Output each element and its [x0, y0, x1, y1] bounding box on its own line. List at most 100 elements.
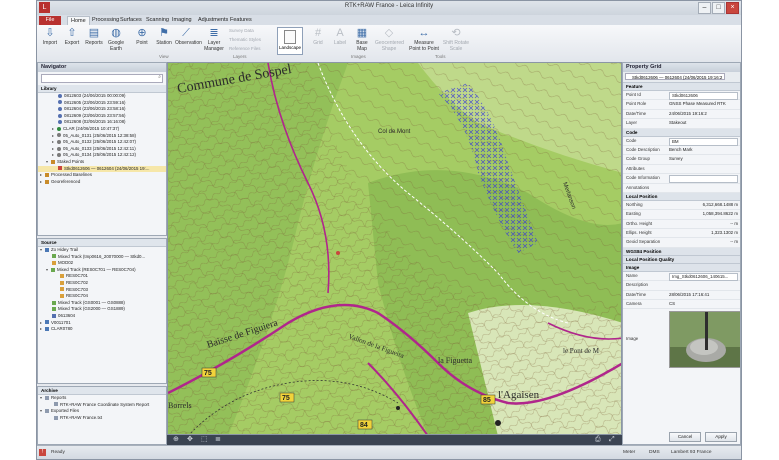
survey-data-item[interactable]: Survey Data — [229, 28, 254, 33]
import-button[interactable]: ⇩ Import — [39, 27, 61, 53]
group-local-position-quality[interactable]: Local Position Quality — [623, 255, 740, 264]
list-item[interactable]: 0812605 (23/06/2015 23:59:16) — [38, 100, 166, 107]
tab-features[interactable]: Features — [227, 16, 255, 25]
list-item[interactable]: RES0C703 — [38, 287, 166, 294]
file-icon — [60, 294, 64, 298]
list-item[interactable]: ▸ 05_Auto_0133 (25/06/2015 12:42:11) — [38, 146, 166, 153]
list-item[interactable]: RES0C702 — [38, 280, 166, 287]
map-view[interactable]: Commune de Sospel Col de Mont Baisse de … — [167, 62, 622, 435]
tab-scanning[interactable]: Scanning — [143, 16, 172, 25]
cancel-button[interactable]: Cancel — [669, 432, 701, 442]
window-title: RTK+RAW France - Leica Infinity — [344, 3, 434, 9]
minimize-button[interactable]: – — [698, 2, 711, 14]
map-point[interactable] — [495, 420, 501, 426]
list-item[interactable]: 0812603 (24/06/2015 00:00:09) — [38, 93, 166, 100]
list-item[interactable]: RTK+RAW France.txt — [38, 415, 166, 422]
list-item[interactable]: RES0C704 — [38, 293, 166, 300]
list-item[interactable]: 0812604 (23/06/2015 23:58:16) — [38, 106, 166, 113]
base-map-button[interactable]: ▦ Base Map — [351, 27, 373, 53]
layers-toggle-icon[interactable]: ≣ — [215, 435, 221, 445]
group-label-images: Images — [351, 54, 366, 59]
list-item-selected[interactable]: Stkd0612606 — 0612604 (24/06/2015 19:... — [38, 165, 166, 173]
crs-indicator[interactable]: Lambert 93 France — [671, 450, 712, 455]
navigator-search-input[interactable]: ⌕ — [41, 74, 163, 83]
reports-button[interactable]: ▤ Reports — [83, 27, 105, 53]
point-button[interactable]: ⊕ Point — [131, 27, 153, 53]
list-item[interactable]: ▾ Reports — [38, 395, 166, 402]
google-earth-button[interactable]: ◍ Google Earth — [105, 27, 127, 53]
list-item[interactable]: ▸ CLAR (24/06/2015 10:47:37) — [38, 126, 166, 133]
angle-indicator[interactable]: DMS — [649, 450, 660, 455]
station-button[interactable]: ⚑ Station — [153, 27, 175, 53]
list-item[interactable]: ▸ 05_Auto_0134 (25/06/2015 12:42:12) — [38, 152, 166, 159]
list-item[interactable]: ▸ Processed Baselines — [38, 172, 166, 179]
zoom-icon[interactable]: ⊕ — [173, 435, 179, 445]
shift-rotate-scale-button[interactable]: ⟲ Shift Rotate Scale — [441, 27, 471, 53]
measure-point-button[interactable]: ↔ Measure Point to Point — [409, 27, 439, 53]
tab-surfaces[interactable]: Surfaces — [117, 16, 145, 25]
landscape-button[interactable]: Landscape — [277, 27, 303, 55]
group-image[interactable]: Image — [623, 263, 740, 272]
track-icon — [52, 254, 56, 259]
group-local-position[interactable]: Local Position — [623, 192, 740, 201]
list-item[interactable]: 0812609 (23/06/2015 23:57:56) — [38, 113, 166, 120]
fullscreen-icon[interactable]: ⤢ — [609, 435, 615, 445]
group-wgs84-position[interactable]: WGS84 Position — [623, 247, 740, 256]
layer-manager-button[interactable]: ≣ Layer Manager — [203, 27, 225, 53]
list-item[interactable]: ▾ Zo Hidey Trail — [38, 247, 166, 254]
tab-adjustments[interactable]: Adjustments — [195, 16, 231, 25]
prop-row-image-description: Description — [623, 281, 740, 291]
thematic-styles-item[interactable]: Thematic Styles — [229, 37, 261, 42]
library-section[interactable]: Library — [38, 85, 166, 93]
alert-icon[interactable]: ! — [39, 449, 46, 456]
group-code[interactable]: Code — [623, 128, 740, 137]
archive-section[interactable]: Archive — [38, 387, 166, 395]
folder-icon — [45, 179, 49, 184]
rotate-icon: ⟲ — [451, 27, 461, 39]
maximize-button[interactable]: □ — [712, 2, 725, 14]
list-item[interactable]: 0812608 (02/06/2015 16:16:08) — [38, 119, 166, 126]
list-item[interactable]: ▾ Exported Files — [38, 408, 166, 415]
list-item[interactable]: MOD02 — [38, 260, 166, 267]
tab-imaging[interactable]: Imaging — [169, 16, 195, 25]
export-button[interactable]: ⇧ Export — [61, 27, 83, 53]
observation-button[interactable]: ⟋ Observation — [175, 27, 202, 53]
close-button[interactable]: × — [726, 2, 739, 14]
map-canvas[interactable]: Commune de Sospel Col de Mont Baisse de … — [168, 63, 622, 435]
label-button[interactable]: A Label — [329, 27, 351, 53]
search-icon: ⌕ — [158, 74, 161, 80]
list-item[interactable]: Mixed Track (GS2000 — GS1889) — [38, 306, 166, 313]
list-item[interactable]: RES0C701 — [38, 273, 166, 280]
geocentered-shape-button[interactable]: ◇ Geocentered Shape — [375, 27, 404, 53]
selected-point-marker[interactable] — [336, 251, 340, 255]
source-section[interactable]: Source — [38, 239, 166, 247]
apply-button[interactable]: Apply — [705, 432, 737, 442]
list-item[interactable]: Mixed Track (tmp0616_20070000 — Stkd0... — [38, 254, 166, 261]
list-item[interactable]: RTK+RAW France Coordinate System Report — [38, 402, 166, 409]
list-item[interactable]: ▾ Mixed Track (RES0C701 — RES0C704) — [38, 267, 166, 274]
list-item[interactable]: ▸ 05_Auto_0132 (25/06/2015 12:42:07) — [38, 139, 166, 146]
photo-thumbnail[interactable] — [669, 311, 740, 369]
reference-files-item[interactable]: Reference Files — [229, 46, 261, 51]
list-item[interactable]: 0613604 — [38, 313, 166, 320]
list-item[interactable]: ▸ CLAR0780 — [38, 326, 166, 333]
print-icon[interactable]: ⎙ — [595, 435, 601, 445]
code-select[interactable]: BM — [669, 137, 738, 146]
list-item[interactable]: Mixed Track (GS0001 — GS0888) — [38, 300, 166, 307]
navigator-panel: Navigator ⌕ Library 0812603 (24/06/2015 … — [37, 62, 167, 236]
list-item[interactable]: ▸ V0011701 — [38, 320, 166, 327]
list-item[interactable]: ▸ 05_Auto_0131 (25/06/2015 12:38:58) — [38, 133, 166, 140]
tab-file[interactable]: File — [39, 16, 61, 25]
grid-button[interactable]: # Grid — [307, 27, 329, 53]
prop-row-easting: Easting 1,058,394.8622 m — [623, 210, 740, 220]
base-map-icon: ▦ — [356, 27, 368, 39]
list-item[interactable]: ▸ Georeferenced — [38, 179, 166, 186]
group-feature[interactable]: Feature — [623, 83, 740, 91]
units-indicator[interactable]: Meter — [623, 450, 635, 455]
prop-row-ellips-height: Ellips. Height 1,323.1302 m — [623, 229, 740, 239]
list-item[interactable]: ▾ Staked Points — [38, 159, 166, 166]
feature-selector-dropdown[interactable]: Stkd0612606 — 0612604 (24/06/2015 19:16:… — [625, 73, 725, 80]
pan-icon[interactable]: ✥ — [187, 435, 193, 445]
select-tool-icon[interactable]: ⬚ — [201, 435, 208, 445]
map-point[interactable] — [396, 406, 400, 410]
